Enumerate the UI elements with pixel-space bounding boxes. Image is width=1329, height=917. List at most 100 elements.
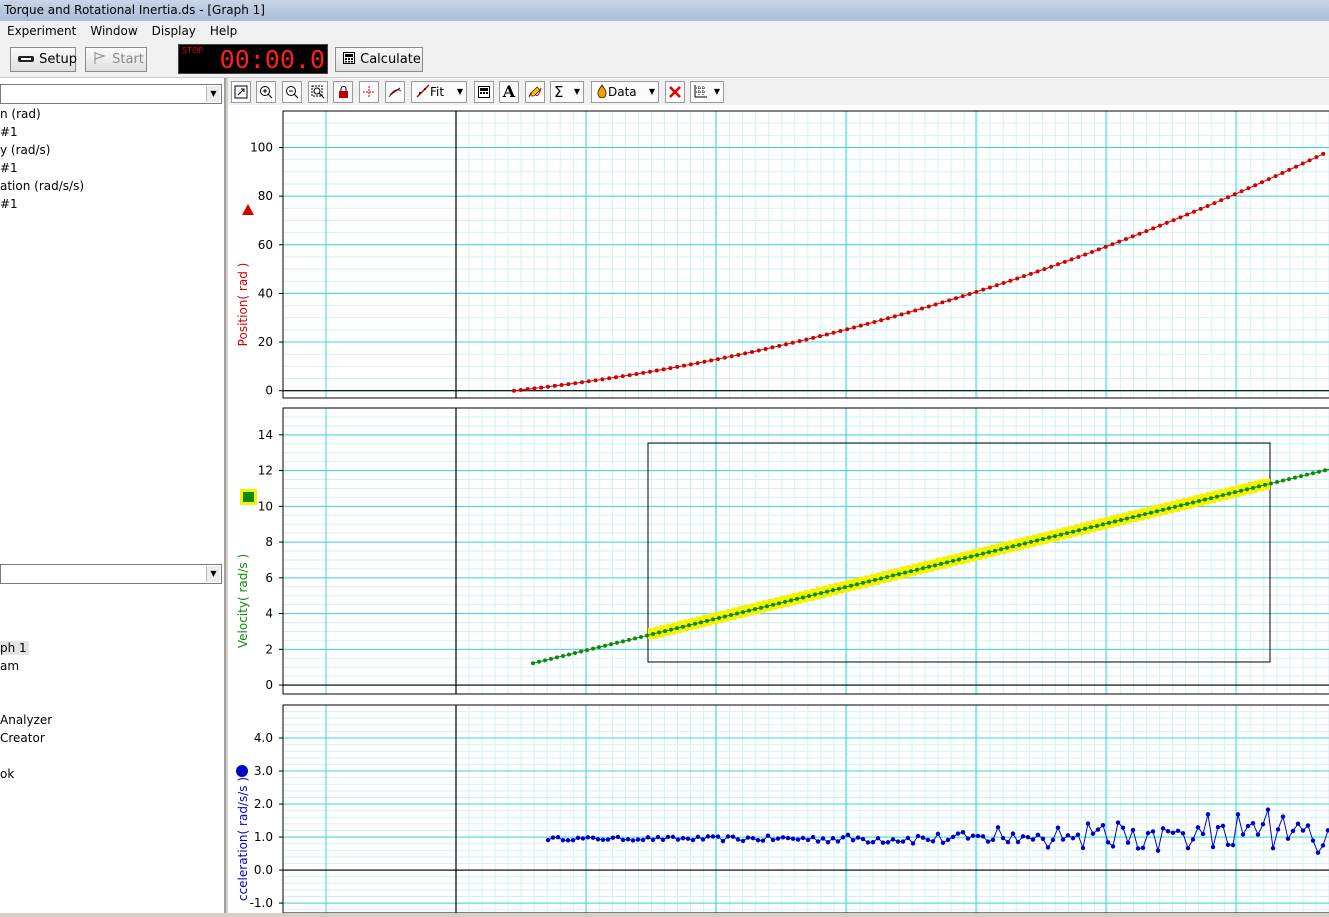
display-item-analyzer[interactable]: Analyzer <box>0 713 52 727</box>
zoom-select-button[interactable] <box>308 81 328 103</box>
position-point <box>1294 164 1298 169</box>
fit-dropdown[interactable]: Fit ▼ <box>411 81 467 103</box>
acceleration-point <box>930 839 936 844</box>
scale-to-fit-button[interactable] <box>231 81 251 103</box>
position-point <box>1049 264 1054 269</box>
data-item-position-run[interactable]: #1 <box>0 125 18 139</box>
data-item-position[interactable]: n (rad) <box>0 107 41 121</box>
acceleration-point <box>1250 820 1256 826</box>
data-dropdown[interactable]: Data ▼ <box>591 81 659 103</box>
acceleration-marker-icon <box>236 765 248 777</box>
smart-tool-button[interactable] <box>359 81 379 103</box>
zoom-out-button[interactable] <box>282 81 302 103</box>
data-item-acceleration-run[interactable]: #1 <box>0 197 18 211</box>
calculate-button[interactable]: Calculate <box>335 47 423 72</box>
display-select[interactable]: ▼ <box>0 564 222 584</box>
acceleration-point <box>935 831 941 837</box>
display-item-graph[interactable]: ph 1 <box>0 641 29 655</box>
chevron-down-icon[interactable]: ▼ <box>206 566 220 582</box>
position-point <box>818 334 822 339</box>
acceleration-point <box>1285 836 1291 841</box>
position-point <box>1205 203 1210 208</box>
calculator-button[interactable] <box>474 81 494 103</box>
acceleration-point <box>990 837 996 843</box>
y-tick-label: 80 <box>258 189 273 203</box>
velocity-point <box>693 621 697 626</box>
menu-help[interactable]: Help <box>203 21 244 41</box>
velocity-point <box>903 570 907 575</box>
acceleration-point <box>1245 823 1251 829</box>
position-point <box>668 366 673 371</box>
display-item-creator[interactable]: Creator <box>0 731 45 745</box>
position-point <box>967 291 972 296</box>
display-item-notebook[interactable]: ok <box>0 767 14 781</box>
velocity-point <box>843 585 847 590</box>
acceleration-point <box>1020 834 1026 839</box>
velocity-point <box>1161 507 1165 512</box>
slope-icon <box>388 87 402 98</box>
velocity-point <box>1257 484 1261 489</box>
velocity-point <box>759 605 763 610</box>
acceleration-point <box>1070 835 1076 841</box>
velocity-point <box>1095 523 1099 528</box>
acceleration-point <box>1235 812 1241 817</box>
position-point <box>1001 280 1006 285</box>
y-tick-label: 0 <box>265 678 273 692</box>
velocity-point <box>765 604 769 609</box>
velocity-point <box>1125 516 1129 521</box>
zoom-in-button[interactable] <box>256 81 276 103</box>
menu-window[interactable]: Window <box>83 21 144 41</box>
display-item-diagram[interactable]: am <box>0 659 19 673</box>
acceleration-point <box>1100 823 1106 828</box>
position-point <box>736 352 741 357</box>
velocity-point <box>531 661 535 666</box>
acceleration-point <box>715 834 721 839</box>
position-point <box>654 368 659 373</box>
plot-frame <box>282 110 1329 399</box>
velocity-point <box>1047 535 1051 540</box>
position-point <box>1042 267 1047 272</box>
position-point <box>960 294 965 299</box>
velocity-point <box>837 586 841 591</box>
velocity-point <box>1323 468 1327 473</box>
acceleration-point <box>775 836 781 841</box>
acceleration-point <box>845 832 851 838</box>
position-point <box>954 296 958 301</box>
chevron-down-icon[interactable]: ▼ <box>206 86 220 102</box>
data-item-velocity[interactable]: y (rad/s) <box>0 143 50 157</box>
acceleration-point <box>950 834 956 840</box>
y-tick-label: 60 <box>258 238 273 252</box>
data-item-velocity-run[interactable]: #1 <box>0 161 18 175</box>
menu-experiment[interactable]: Experiment <box>0 21 83 41</box>
statistics-dropdown[interactable]: Σ ▼ <box>550 81 584 103</box>
start-button[interactable]: Start <box>85 47 147 72</box>
acceleration-point <box>1230 842 1236 848</box>
fit-line-icon <box>416 84 430 98</box>
fit-label: Fit <box>430 85 445 99</box>
acceleration-point <box>740 838 746 844</box>
velocity-point <box>1209 496 1213 501</box>
delete-button[interactable] <box>665 81 685 103</box>
data-lock-button[interactable] <box>333 81 353 103</box>
y-tick-label: 0 <box>265 384 273 398</box>
acceleration-point <box>710 834 716 839</box>
velocity-point <box>687 623 691 628</box>
menu-display[interactable]: Display <box>145 21 203 41</box>
data-source-select[interactable]: ▼ <box>0 84 222 104</box>
setup-button[interactable]: Setup <box>10 47 77 72</box>
acceleration-point <box>1140 845 1146 851</box>
data-item-acceleration[interactable]: ation (rad/s/s) <box>0 179 84 193</box>
graph-canvas[interactable]: 0 20 40 60 80 100 Position( rad ) 0 2 4 6 8 10 12 14 Ve… <box>228 105 1329 914</box>
annotation-button[interactable] <box>525 81 545 103</box>
annotation-text-button[interactable]: A <box>499 81 519 103</box>
graph-settings-dropdown[interactable]: ▼ <box>690 81 724 103</box>
position-point <box>994 283 999 288</box>
acceleration-point <box>580 836 586 841</box>
acceleration-point <box>1135 846 1141 851</box>
velocity-point <box>1005 545 1009 550</box>
velocity-point <box>1185 501 1189 506</box>
acceleration-point <box>1065 833 1071 838</box>
slope-tool-button[interactable] <box>385 81 405 103</box>
velocity-point <box>549 656 553 661</box>
position-point <box>906 310 911 315</box>
